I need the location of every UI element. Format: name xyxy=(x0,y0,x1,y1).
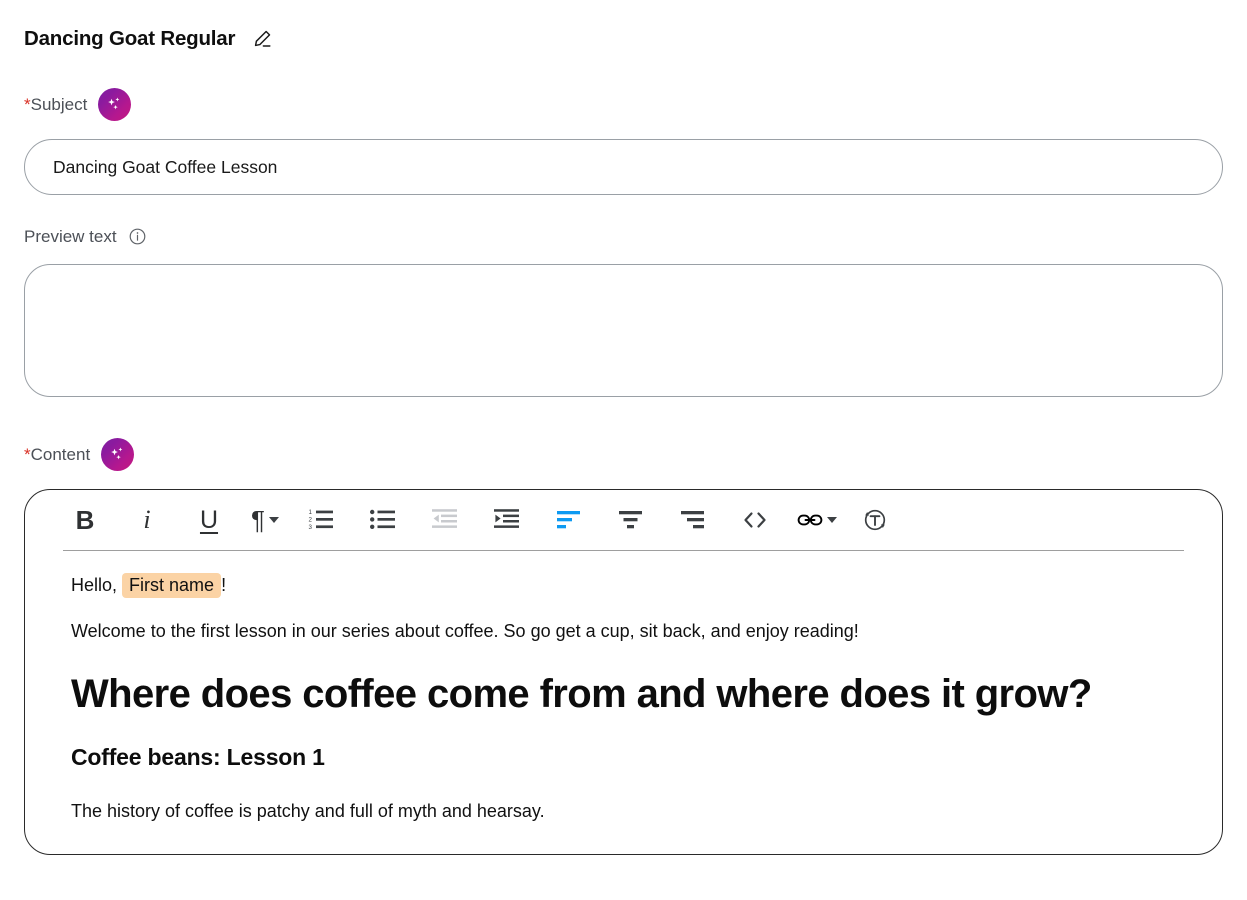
chevron-down-icon xyxy=(827,517,837,523)
ai-sparkle-icon[interactable] xyxy=(101,438,134,471)
bold-label: B xyxy=(76,507,95,533)
bulleted-list-button[interactable] xyxy=(363,500,403,540)
content-heading-2: Coffee beans: Lesson 1 xyxy=(71,744,1176,771)
link-icon xyxy=(797,507,823,533)
svg-text:1: 1 xyxy=(308,509,312,516)
greeting-prefix: Hello, xyxy=(71,575,122,595)
numbered-list-button[interactable]: 1 2 3 xyxy=(301,500,341,540)
paragraph-label: ¶ xyxy=(251,507,265,533)
increase-indent-button[interactable] xyxy=(487,500,527,540)
chevron-down-icon xyxy=(269,517,279,523)
editor-content-area[interactable]: Hello, First name! Welcome to the first … xyxy=(25,551,1222,854)
content-label: *Content xyxy=(24,446,90,463)
underline-button[interactable]: U xyxy=(189,500,229,540)
preview-label-text: Preview text xyxy=(24,228,117,245)
preview-label-row: Preview text xyxy=(24,226,1223,246)
ai-sparkle-icon[interactable] xyxy=(98,88,131,121)
page-title-row: Dancing Goat Regular xyxy=(24,22,1223,56)
info-circle-icon[interactable] xyxy=(128,226,148,246)
subject-label: *Subject xyxy=(24,96,87,113)
preview-text-input[interactable] xyxy=(24,264,1223,397)
subject-input[interactable] xyxy=(24,139,1223,195)
align-left-button[interactable] xyxy=(549,500,589,540)
content-paragraph-1: The history of coffee is patchy and full… xyxy=(71,799,1176,823)
content-label-row: *Content xyxy=(24,438,1223,471)
personalization-button[interactable] xyxy=(855,500,895,540)
align-center-button[interactable] xyxy=(611,500,651,540)
page-title: Dancing Goat Regular xyxy=(24,27,235,51)
greeting-paragraph: Hello, First name! xyxy=(71,573,1176,597)
email-editor-page: Dancing Goat Regular *Subject Preview te… xyxy=(0,0,1247,855)
subject-label-text: Subject xyxy=(31,95,88,114)
pencil-icon[interactable] xyxy=(249,26,275,52)
svg-text:3: 3 xyxy=(308,524,312,531)
italic-label: i xyxy=(143,507,150,533)
content-label-text: Content xyxy=(31,445,91,464)
required-marker: * xyxy=(24,445,31,464)
decrease-indent-button[interactable] xyxy=(425,500,465,540)
bold-button[interactable]: B xyxy=(65,500,105,540)
italic-button[interactable]: i xyxy=(127,500,167,540)
source-code-button[interactable] xyxy=(735,500,775,540)
paragraph-format-dropdown[interactable]: ¶ xyxy=(251,507,279,533)
subject-field-wrap xyxy=(24,139,1223,195)
underline-label: U xyxy=(200,508,218,533)
editor-toolbar: B i U ¶ 1 2 3 xyxy=(25,490,1222,550)
required-marker: * xyxy=(24,95,31,114)
intro-paragraph: Welcome to the first lesson in our serie… xyxy=(71,619,1176,643)
align-right-button[interactable] xyxy=(673,500,713,540)
insert-link-dropdown[interactable] xyxy=(797,507,837,533)
preview-field-wrap xyxy=(24,264,1223,402)
greeting-suffix: ! xyxy=(221,575,226,595)
merge-tag-first-name[interactable]: First name xyxy=(122,573,221,598)
content-heading-1: Where does coffee come from and where do… xyxy=(71,672,1176,717)
svg-text:2: 2 xyxy=(308,517,312,524)
rich-text-editor: B i U ¶ 1 2 3 xyxy=(24,489,1223,855)
subject-label-row: *Subject xyxy=(24,88,1223,121)
